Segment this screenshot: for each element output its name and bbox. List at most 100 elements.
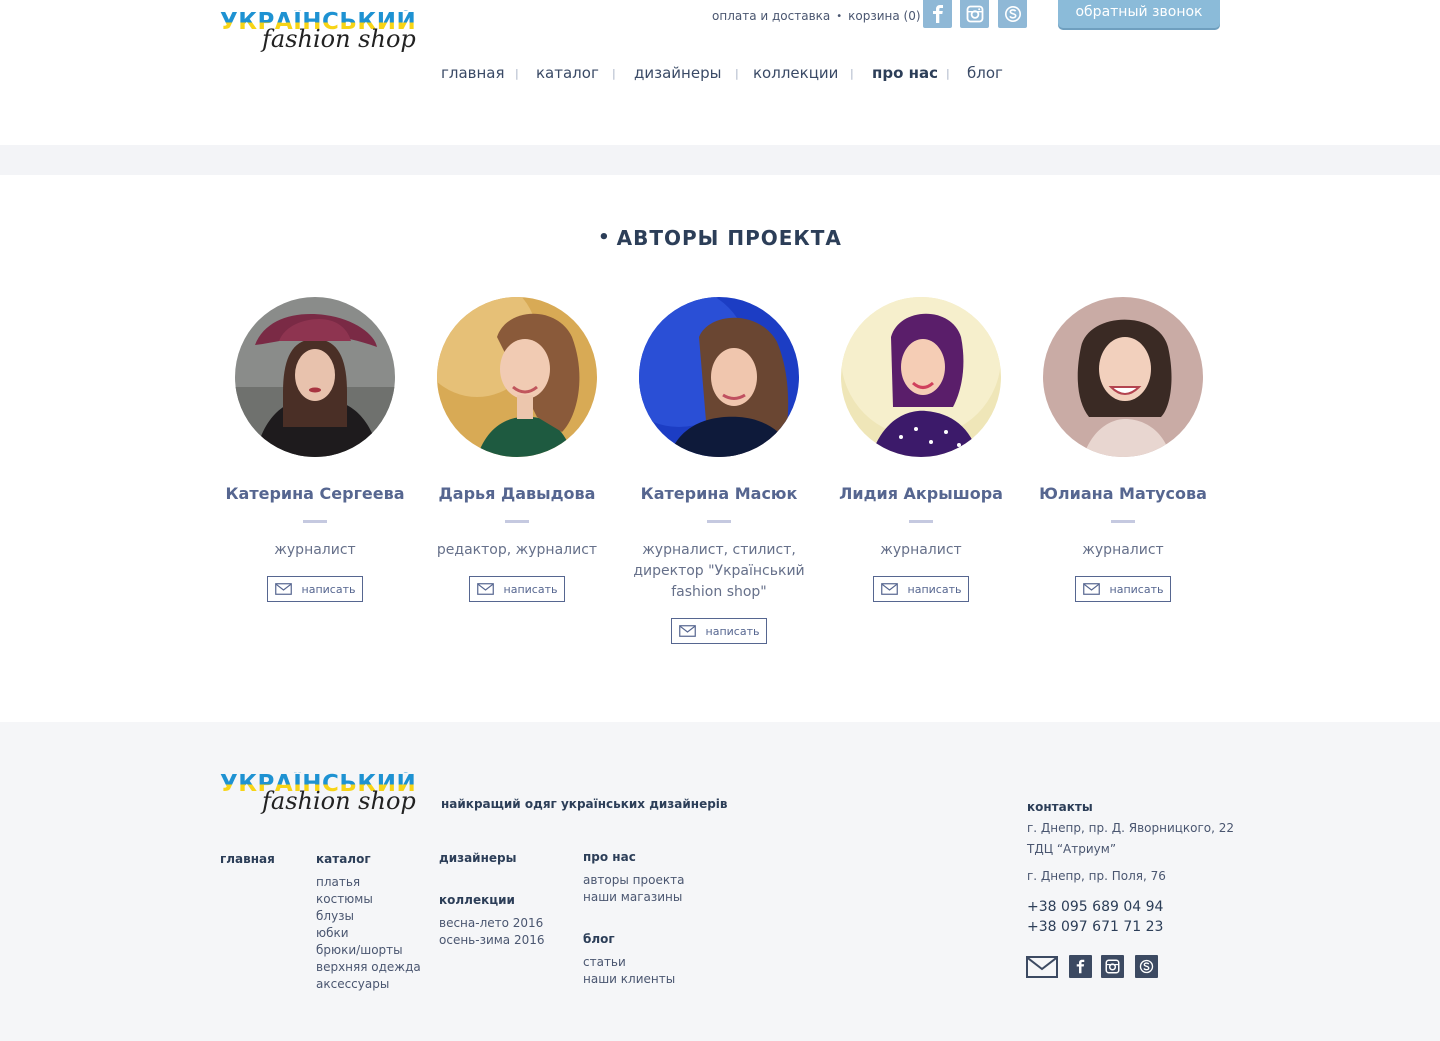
author-role: журналист, стилист, директор "Українськи… <box>633 542 805 600</box>
footer-link-catalog[interactable]: каталог <box>316 851 421 868</box>
nav-item-collections[interactable]: коллекции <box>753 64 838 82</box>
footer-link-pants[interactable]: брюки/шорты <box>316 942 421 959</box>
write-label: написать <box>907 582 962 596</box>
author-card: Юлиана Матусова журналист написать <box>1023 297 1223 602</box>
write-button[interactable]: написать <box>267 576 363 602</box>
footer-col-about: про нас авторы проекта наши магазины бло… <box>583 849 684 988</box>
nav-separator: | <box>515 67 519 80</box>
write-label: написать <box>503 582 558 596</box>
name-divider <box>303 520 327 523</box>
name-divider <box>909 520 933 523</box>
footer-col-main: главная <box>220 851 275 868</box>
header-divider-band <box>0 145 1440 175</box>
write-label: написать <box>301 582 356 596</box>
footer-link-home[interactable]: главная <box>220 851 275 868</box>
nav-separator: | <box>735 67 739 80</box>
contact-address-1: г. Днепр, пр. Д. Яворницкого, 22 <box>1027 821 1235 835</box>
author-photo <box>841 297 1001 457</box>
write-button[interactable]: написать <box>469 576 565 602</box>
top-links: оплата и доставка • корзина (0) <box>712 9 921 23</box>
write-button[interactable]: написать <box>873 576 969 602</box>
nav-item-home[interactable]: главная <box>441 64 505 82</box>
envelope-icon <box>880 583 898 595</box>
author-name: Катерина Сергеева <box>225 484 405 503</box>
envelope-icon <box>476 583 494 595</box>
footer-link-outerwear[interactable]: верхняя одежда <box>316 959 421 976</box>
nav-item-designers[interactable]: дизайнеры <box>634 64 721 82</box>
author-photo <box>639 297 799 457</box>
title-bullet: • <box>598 227 611 248</box>
author-role: журналист <box>1082 542 1164 558</box>
section-title: • АВТОРЫ ПРОЕКТА <box>0 226 1440 250</box>
footer-link-clients[interactable]: наши клиенты <box>583 971 684 988</box>
callback-button[interactable]: обратный звонок <box>1058 0 1220 28</box>
mail-icon[interactable] <box>1026 955 1058 978</box>
footer-link-accessories[interactable]: аксессуары <box>316 976 421 993</box>
delivery-link[interactable]: оплата и доставка <box>712 9 830 23</box>
site-header: УКРАЇНСЬКИЙ fashion shop оплата и достав… <box>0 0 1440 145</box>
author-role: редактор, журналист <box>436 542 598 558</box>
main-nav: главная | каталог | дизайнеры | коллекци… <box>0 64 1440 88</box>
write-label: написать <box>705 624 760 638</box>
author-photo <box>1043 297 1203 457</box>
skype-icon[interactable] <box>998 0 1027 28</box>
contacts-title: контакты <box>1027 800 1093 814</box>
nav-separator: | <box>612 67 616 80</box>
write-button[interactable]: написать <box>1075 576 1171 602</box>
footer-link-stores[interactable]: наши магазины <box>583 889 684 906</box>
footer-link-articles[interactable]: статьи <box>583 954 684 971</box>
envelope-icon <box>1082 583 1100 595</box>
footer-col-designers: дизайнеры коллекции весна-лето 2016 осен… <box>439 850 545 949</box>
author-card: Лидия Акрышора журналист написать <box>821 297 1021 602</box>
footer-logo[interactable]: УКРАЇНСЬКИЙ fashion shop <box>220 772 420 820</box>
write-button[interactable]: написать <box>671 618 767 644</box>
name-divider <box>505 520 529 523</box>
footer-link-skirts[interactable]: юбки <box>316 925 421 942</box>
footer-link-blog[interactable]: блог <box>583 931 684 948</box>
nav-separator: | <box>946 67 950 80</box>
facebook-icon[interactable] <box>1069 955 1092 978</box>
footer-tagline: найкращий одяг українських дизайнерів <box>441 797 728 811</box>
name-divider <box>1111 520 1135 523</box>
footer-link-suits[interactable]: костюмы <box>316 891 421 908</box>
nav-item-about[interactable]: про нас <box>872 64 938 82</box>
footer-contacts: контакты г. Днепр, пр. Д. Яворницкого, 2… <box>1027 797 1234 937</box>
footer-link-dresses[interactable]: платья <box>316 874 421 891</box>
footer-link-fw2016[interactable]: осень-зима 2016 <box>439 932 545 949</box>
contact-address-2: г. Днепр, пр. Поля, 76 <box>1027 869 1166 883</box>
contact-address-1b: ТДЦ “Атриум” <box>1027 842 1117 856</box>
logo-line2: fashion shop <box>262 25 416 53</box>
cart-link[interactable]: корзина (0) <box>848 9 920 23</box>
site-footer: УКРАЇНСЬКИЙ fashion shop найкращий одяг … <box>0 722 1440 1041</box>
instagram-icon[interactable] <box>1101 955 1124 978</box>
nav-separator: | <box>850 67 854 80</box>
author-card: Катерина Сергеева журналист написать <box>215 297 415 602</box>
contact-phone-2[interactable]: +38 097 671 71 23 <box>1027 917 1234 937</box>
contact-phone-1[interactable]: +38 095 689 04 94 <box>1027 897 1234 917</box>
author-photo <box>235 297 395 457</box>
author-name: Лидия Акрышора <box>839 484 1003 503</box>
footer-link-authors[interactable]: авторы проекта <box>583 872 684 889</box>
footer-link-collections[interactable]: коллекции <box>439 892 545 909</box>
author-card: Дарья Давыдова редактор, журналист напис… <box>417 297 617 602</box>
site-logo[interactable]: УКРАЇНСЬКИЙ fashion shop <box>220 10 420 58</box>
logo-line2: fashion shop <box>262 787 416 815</box>
footer-link-designers[interactable]: дизайнеры <box>439 850 545 867</box>
author-name: Дарья Давыдова <box>438 484 596 503</box>
footer-link-about[interactable]: про нас <box>583 849 684 866</box>
author-name: Юлиана Матусова <box>1039 484 1207 503</box>
footer-link-ss2016[interactable]: весна-лето 2016 <box>439 915 545 932</box>
envelope-icon <box>678 625 696 637</box>
nav-item-blog[interactable]: блог <box>967 64 1003 82</box>
skype-icon[interactable] <box>1135 955 1158 978</box>
nav-item-catalog[interactable]: каталог <box>536 64 599 82</box>
facebook-icon[interactable] <box>923 0 952 28</box>
footer-link-blouses[interactable]: блузы <box>316 908 421 925</box>
author-photo <box>437 297 597 457</box>
write-label: написать <box>1109 582 1164 596</box>
author-role: журналист <box>880 542 962 558</box>
top-links-separator: • <box>836 11 843 22</box>
instagram-icon[interactable] <box>960 0 989 28</box>
envelope-icon <box>274 583 292 595</box>
author-card: Катерина Масюк журналист, стилист, дирек… <box>619 297 819 644</box>
